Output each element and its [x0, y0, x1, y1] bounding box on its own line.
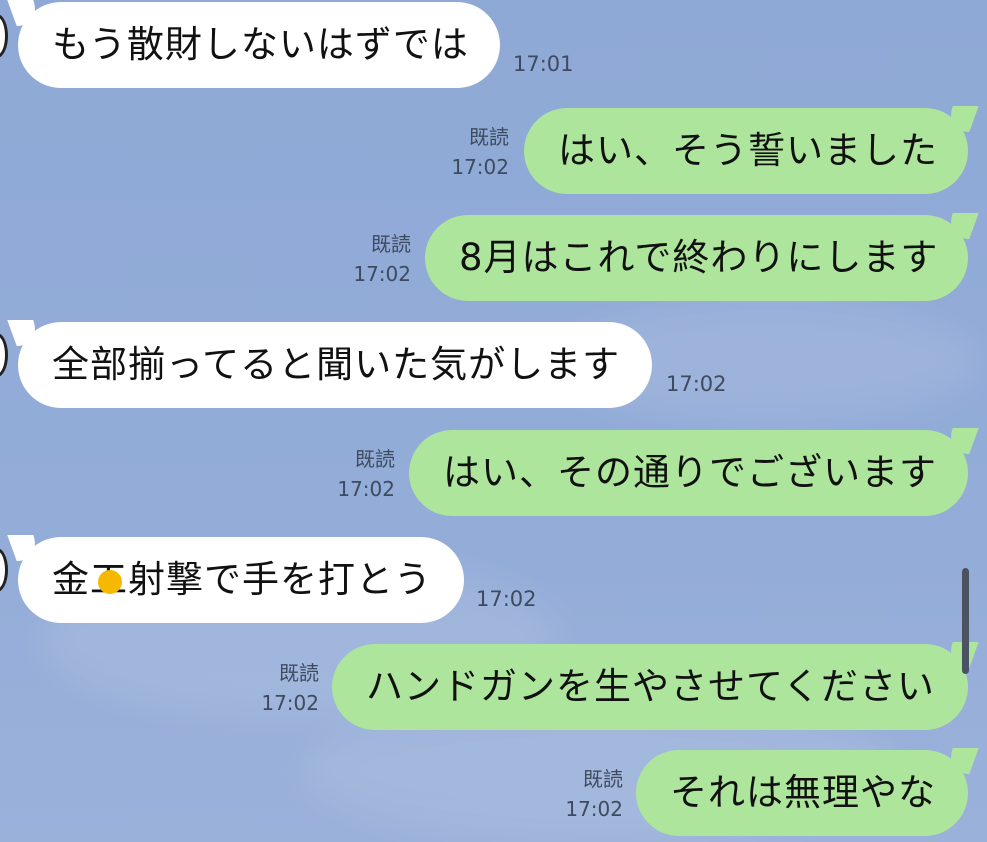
touch-indicator	[98, 570, 122, 594]
message-time: 17:02	[261, 691, 319, 715]
read-label: 既読	[583, 767, 623, 791]
message-bubble[interactable]: 8月はこれで終わりにします	[425, 215, 968, 301]
message-bubble[interactable]: もう散財しないはずでは	[18, 2, 500, 88]
sender-avatar[interactable]	[0, 548, 8, 592]
message-time: 17:02	[451, 155, 509, 179]
read-label: 既読	[371, 232, 411, 256]
read-receipt: 既読 17:02	[451, 122, 509, 182]
message-time: 17:02	[353, 262, 411, 286]
message-bubble[interactable]: はい、その通りでございます	[409, 430, 968, 516]
sender-avatar[interactable]	[0, 14, 8, 58]
message-bubble[interactable]: 全部揃ってると聞いた気がします	[18, 322, 652, 408]
message-time: 17:02	[476, 587, 537, 611]
read-receipt: 既読 17:02	[565, 764, 623, 824]
read-receipt: 既読 17:02	[261, 658, 319, 718]
read-receipt: 既読 17:02	[353, 229, 411, 289]
message-bubble[interactable]: はい、そう誓いました	[524, 108, 968, 194]
read-label: 既読	[469, 125, 509, 149]
read-label: 既読	[355, 447, 395, 471]
scrollbar[interactable]	[962, 568, 969, 674]
message-bubble[interactable]: 金工射撃で手を打とう	[18, 537, 464, 623]
read-receipt: 既読 17:02	[337, 444, 395, 504]
read-label: 既読	[279, 661, 319, 685]
message-time: 17:02	[337, 477, 395, 501]
message-bubble[interactable]: それは無理やな	[636, 750, 968, 836]
message-time: 17:01	[513, 52, 574, 76]
sender-avatar[interactable]	[0, 333, 8, 377]
message-time: 17:02	[666, 372, 727, 396]
message-time: 17:02	[565, 797, 623, 821]
message-bubble[interactable]: ハンドガンを生やさせてください	[332, 644, 968, 730]
